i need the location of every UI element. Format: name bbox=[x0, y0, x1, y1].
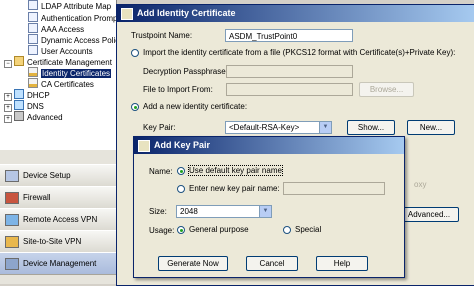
use-default-name-label: Use default key pair name bbox=[188, 165, 283, 176]
nav-remote-access-vpn[interactable]: Remote Access VPN bbox=[0, 208, 116, 231]
advanced-button[interactable]: Advanced... bbox=[399, 207, 459, 222]
advanced-icon bbox=[14, 111, 24, 121]
add-new-certificate-radio[interactable] bbox=[131, 103, 139, 111]
import-option-label: Import the identity certificate from a f… bbox=[143, 48, 456, 57]
tree-item-aaa-access[interactable]: AAA Access bbox=[28, 23, 84, 34]
certificate-icon bbox=[28, 78, 38, 88]
chevron-down-icon: ▼ bbox=[319, 122, 331, 133]
firewall-icon bbox=[5, 191, 19, 204]
trustpoint-label: Trustpoint Name: bbox=[131, 31, 193, 40]
obscured-label-fragment: oxy bbox=[414, 180, 427, 189]
usage-label: Usage: bbox=[149, 226, 175, 235]
general-purpose-label: General purpose bbox=[189, 225, 249, 234]
add-key-pair-dialog: Add Key Pair Name: Use default key pair … bbox=[133, 136, 405, 278]
file-label: File to Import From: bbox=[143, 85, 213, 94]
special-radio[interactable] bbox=[283, 226, 291, 234]
network-icon bbox=[14, 100, 24, 110]
page-icon bbox=[28, 12, 38, 22]
tree-item-identity-certificates[interactable]: Identity Certificates bbox=[28, 67, 112, 78]
collapse-icon[interactable]: − bbox=[4, 60, 12, 68]
key-size-select[interactable]: 2048 ▼ bbox=[176, 205, 272, 218]
key-pair-name-field[interactable] bbox=[283, 182, 385, 195]
dialog-title-bar: Add Key Pair bbox=[134, 137, 404, 154]
remote-access-vpn-icon bbox=[5, 213, 19, 226]
nav-device-setup[interactable]: Device Setup bbox=[0, 164, 116, 187]
dialog-title: Add Identity Certificate bbox=[137, 8, 236, 18]
network-icon bbox=[14, 89, 24, 99]
folder-icon bbox=[14, 56, 24, 66]
enter-new-name-label: Enter new key pair name: bbox=[189, 184, 280, 193]
key-icon bbox=[138, 140, 150, 152]
key-pair-select[interactable]: <Default-RSA-Key> ▼ bbox=[225, 121, 332, 134]
page-icon bbox=[28, 45, 38, 55]
use-default-name-radio[interactable] bbox=[177, 167, 185, 175]
nav-firewall[interactable]: Firewall bbox=[0, 186, 116, 209]
device-management-icon bbox=[5, 257, 19, 270]
name-label: Name: bbox=[149, 167, 173, 176]
tree-item-dynamic-access-policies[interactable]: Dynamic Access Polici bbox=[28, 34, 116, 45]
import-from-file-radio[interactable] bbox=[131, 49, 139, 57]
size-label: Size: bbox=[149, 207, 167, 216]
site-to-site-vpn-icon bbox=[5, 235, 19, 248]
special-label: Special bbox=[295, 225, 322, 234]
expand-icon[interactable]: + bbox=[4, 115, 12, 123]
decryption-passphrase-field[interactable] bbox=[226, 65, 353, 78]
device-setup-icon bbox=[5, 169, 19, 182]
dialog-title-bar: Add Identity Certificate bbox=[117, 5, 474, 22]
dialog-title: Add Key Pair bbox=[154, 140, 211, 150]
help-button[interactable]: Help bbox=[316, 256, 368, 271]
tree-item-advanced[interactable]: + Advanced bbox=[4, 111, 63, 123]
tree-item-ca-certificates[interactable]: CA Certificates bbox=[28, 78, 94, 89]
page-icon bbox=[28, 0, 38, 10]
generate-now-button[interactable]: Generate Now bbox=[158, 256, 228, 271]
certificate-icon bbox=[28, 67, 38, 77]
cancel-button[interactable]: Cancel bbox=[246, 256, 298, 271]
page-icon bbox=[28, 23, 38, 33]
chevron-down-icon: ▼ bbox=[259, 206, 271, 217]
general-purpose-radio[interactable] bbox=[177, 226, 185, 234]
nav-device-management[interactable]: Device Management bbox=[0, 252, 116, 275]
nav-site-to-site-vpn[interactable]: Site-to-Site VPN bbox=[0, 230, 116, 253]
navigation-tree: LDAP Attribute Map Authentication Promp … bbox=[0, 0, 117, 150]
add-new-option-label: Add a new identity certificate: bbox=[143, 102, 248, 111]
tree-item-ldap-attribute-map[interactable]: LDAP Attribute Map bbox=[28, 0, 111, 11]
show-key-pair-button[interactable]: Show... bbox=[347, 120, 395, 135]
passphrase-label: Decryption Passphrase: bbox=[143, 67, 228, 76]
trustpoint-name-field[interactable]: ASDM_TrustPoint0 bbox=[225, 29, 353, 42]
tree-item-dhcp[interactable]: + DHCP bbox=[4, 89, 50, 101]
key-pair-label: Key Pair: bbox=[143, 123, 176, 132]
new-key-pair-button[interactable]: New... bbox=[407, 120, 455, 135]
page-icon bbox=[28, 34, 38, 44]
browse-button[interactable]: Browse... bbox=[359, 82, 414, 97]
tree-item-certificate-management[interactable]: − Certificate Management bbox=[4, 56, 112, 68]
certificate-icon bbox=[121, 8, 133, 20]
file-to-import-field[interactable] bbox=[226, 83, 353, 96]
enter-new-name-radio[interactable] bbox=[177, 185, 185, 193]
tree-item-dns[interactable]: + DNS bbox=[4, 100, 44, 112]
tree-item-authentication-prompt[interactable]: Authentication Promp bbox=[28, 12, 116, 23]
tree-item-user-accounts[interactable]: User Accounts bbox=[28, 45, 93, 56]
